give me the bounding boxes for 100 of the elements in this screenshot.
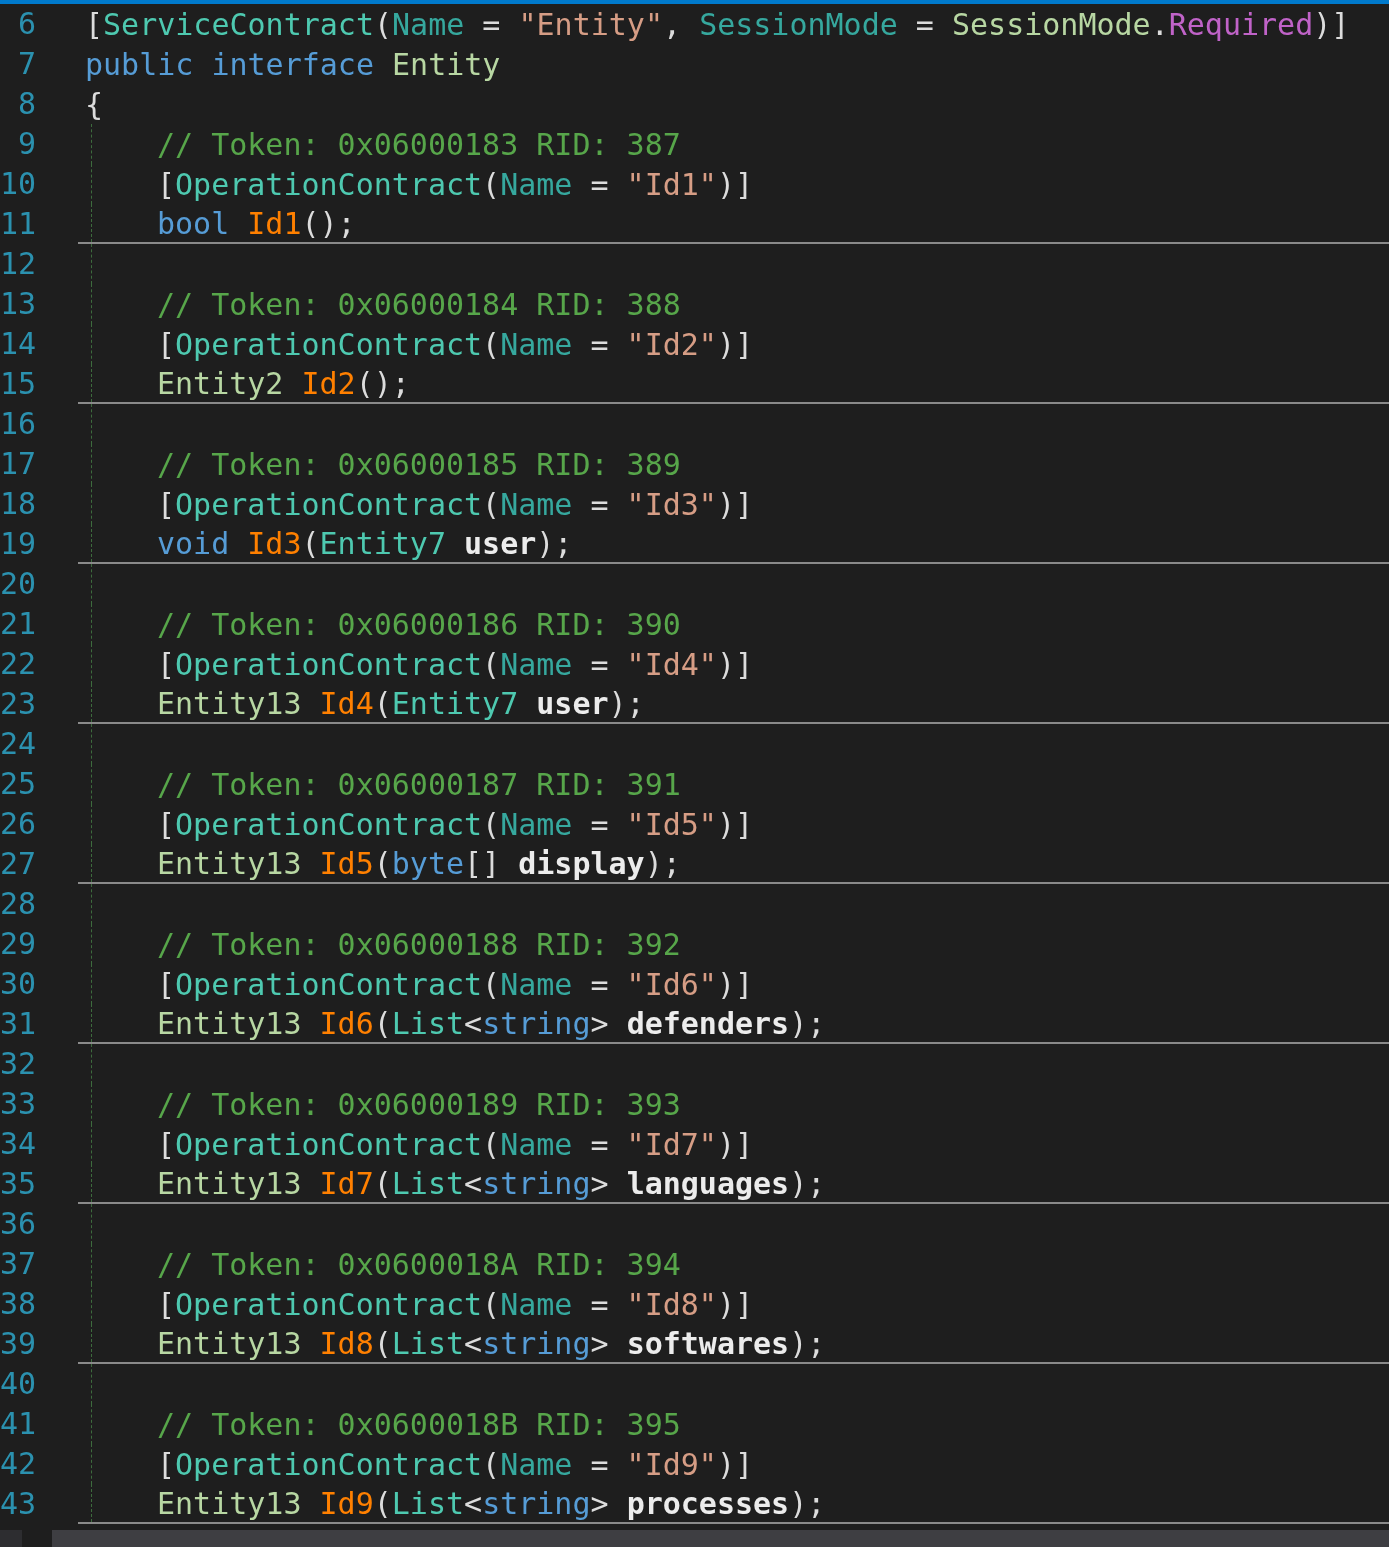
method-name: Id8 xyxy=(319,1324,374,1363)
line-number: 30 xyxy=(0,965,36,1003)
parameter-name: languages xyxy=(626,1164,790,1203)
line-number: 31 xyxy=(0,1005,36,1043)
line-number: 25 xyxy=(0,765,36,803)
punctuation: ( xyxy=(482,325,501,364)
punctuation: )] xyxy=(716,165,754,204)
punctuation: ); xyxy=(789,1004,826,1043)
line-number: 32 xyxy=(0,1045,36,1083)
punctuation: > xyxy=(590,1324,610,1363)
punctuation: ); xyxy=(536,524,573,563)
code-comment: // Token: 0x06000183 RID: 387 xyxy=(157,125,681,164)
punctuation: ( xyxy=(373,1164,392,1203)
property-name: Name xyxy=(500,1445,573,1484)
code-comment: // Token: 0x06000186 RID: 390 xyxy=(157,605,681,644)
horizontal-scrollbar[interactable] xyxy=(0,1530,1389,1547)
property-name: Name xyxy=(500,165,573,204)
interface-name: Entity13 xyxy=(157,1324,303,1363)
line-number: 41 xyxy=(0,1405,36,1443)
property-name: Name xyxy=(500,965,573,1004)
property-name: Name xyxy=(500,1125,573,1164)
code-comment: // Token: 0x06000185 RID: 389 xyxy=(157,445,681,484)
line-number: 26 xyxy=(0,805,36,843)
punctuation: )] xyxy=(716,805,754,844)
punctuation: ( xyxy=(373,1324,392,1363)
line-number: 29 xyxy=(0,925,36,963)
punctuation: ( xyxy=(482,1285,501,1324)
line-number: 19 xyxy=(0,525,36,563)
method-name: Id2 xyxy=(301,364,356,403)
method-name: Id1 xyxy=(247,204,302,243)
punctuation: = xyxy=(481,5,502,44)
punctuation: [ xyxy=(157,1285,176,1324)
punctuation: ( xyxy=(482,965,501,1004)
punctuation: )] xyxy=(716,965,754,1004)
interface-name: Entity xyxy=(392,45,501,84)
type-name: OperationContract xyxy=(175,1445,483,1484)
punctuation: = xyxy=(589,645,610,684)
interface-name: Entity13 xyxy=(157,1164,303,1203)
type-name: OperationContract xyxy=(175,645,483,684)
punctuation: = xyxy=(589,965,610,1004)
code-comment: // Token: 0x06000189 RID: 393 xyxy=(157,1085,681,1124)
punctuation: = xyxy=(589,805,610,844)
line-number: 9 xyxy=(16,125,36,163)
interface-name: Entity13 xyxy=(157,684,303,723)
punctuation: = xyxy=(914,5,935,44)
string-literal: "Id3" xyxy=(626,485,717,524)
parameter-name: defenders xyxy=(626,1004,790,1043)
punctuation: [ xyxy=(85,5,104,44)
punctuation: ( xyxy=(301,524,320,563)
punctuation: . xyxy=(1150,5,1169,44)
punctuation: [] xyxy=(464,844,502,883)
line-number: 17 xyxy=(0,445,36,483)
punctuation: ( xyxy=(482,645,501,684)
line-number: 20 xyxy=(0,565,36,603)
line-number: 34 xyxy=(0,1125,36,1163)
string-literal: "Id2" xyxy=(626,325,717,364)
line-number: 14 xyxy=(0,325,36,363)
parameter-name: user xyxy=(536,684,609,723)
string-literal: "Id4" xyxy=(626,645,717,684)
type-name: List xyxy=(391,1484,465,1523)
type-name: List xyxy=(391,1324,465,1363)
code-comment: // Token: 0x06000187 RID: 391 xyxy=(157,765,681,804)
punctuation: )] xyxy=(716,1445,754,1484)
punctuation: ( xyxy=(482,165,501,204)
string-literal: "Id5" xyxy=(626,805,717,844)
punctuation: ( xyxy=(373,1484,392,1523)
line-number: 27 xyxy=(0,845,36,883)
string-literal: "Id7" xyxy=(626,1125,717,1164)
keyword: void xyxy=(157,524,231,563)
punctuation: > xyxy=(590,1004,610,1043)
punctuation: , xyxy=(663,5,683,44)
keyword: string xyxy=(482,1324,591,1363)
line-number: 24 xyxy=(0,725,36,763)
punctuation: ); xyxy=(608,684,645,723)
punctuation: = xyxy=(589,325,610,364)
keyword: string xyxy=(482,1164,591,1203)
method-name: Id3 xyxy=(247,524,302,563)
punctuation: < xyxy=(464,1484,483,1523)
punctuation: = xyxy=(589,1285,610,1324)
punctuation: ( xyxy=(482,1445,501,1484)
string-literal: "Entity" xyxy=(518,5,663,44)
punctuation: ( xyxy=(373,684,392,723)
line-number: 16 xyxy=(0,405,36,443)
line-number: 21 xyxy=(0,605,36,643)
parameter-name: processes xyxy=(626,1484,790,1523)
line-number: 6 xyxy=(16,5,36,43)
line-number: 37 xyxy=(0,1245,36,1283)
property-name: SessionMode xyxy=(699,5,898,44)
type-name: OperationContract xyxy=(175,485,483,524)
method-name: Id9 xyxy=(319,1484,374,1523)
type-name: ServiceContract xyxy=(103,5,374,44)
punctuation: { xyxy=(85,85,104,124)
line-number: 7 xyxy=(16,45,36,83)
string-literal: "Id8" xyxy=(626,1285,717,1324)
punctuation: [ xyxy=(157,805,176,844)
interface-name: Entity13 xyxy=(157,1484,303,1523)
type-name: OperationContract xyxy=(175,1125,483,1164)
punctuation: )] xyxy=(716,485,754,524)
type-name: OperationContract xyxy=(175,965,483,1004)
punctuation: [ xyxy=(157,165,176,204)
